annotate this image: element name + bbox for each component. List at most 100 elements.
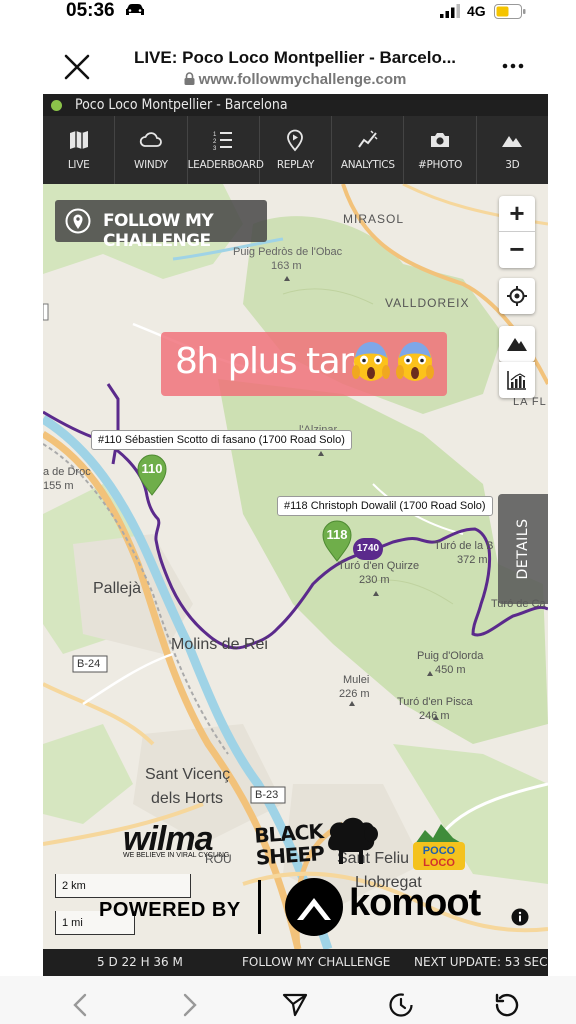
- location-pin-icon: [65, 208, 91, 234]
- place-label: 450 m: [435, 664, 466, 676]
- komoot-logo-icon: [285, 878, 343, 936]
- place-label: 230 m: [359, 574, 390, 586]
- mountain-icon: [502, 136, 523, 147]
- status-bar: 05:36 4G: [0, 0, 576, 26]
- tab-3d[interactable]: 3D: [477, 116, 548, 184]
- info-icon[interactable]: [511, 908, 529, 926]
- replay-icon: [287, 129, 304, 152]
- bottom-status-bar: 5 D 22 H 36 M FOLLOW MY CHALLENGE NEXT U…: [43, 949, 548, 976]
- url-text: www.followmychallenge.com: [198, 71, 407, 88]
- camera-icon: [431, 133, 450, 147]
- tab-analytics[interactable]: ANALYTICS: [332, 116, 405, 184]
- zoom-in-button[interactable]: +: [499, 196, 535, 232]
- place-label: Pallejà: [93, 580, 142, 597]
- elapsed-time: 5 D 22 H 36 M: [97, 955, 183, 969]
- rider-marker-110[interactable]: 110: [136, 454, 168, 496]
- browser-nav-bar: [0, 976, 576, 1024]
- place-label: 155 m: [43, 480, 74, 492]
- tab-label: REPLAY: [276, 159, 315, 171]
- cloud-icon: [139, 132, 162, 147]
- tab-photo[interactable]: #PHOTO: [404, 116, 477, 184]
- svg-text:3: 3: [213, 146, 217, 152]
- tab-label: LIVE: [67, 159, 90, 171]
- live-indicator: [51, 100, 62, 111]
- caption-text: 8h plus tard: [175, 341, 375, 382]
- next-update: NEXT UPDATE: 53 SEC: [414, 955, 548, 969]
- tab-replay[interactable]: REPLAY: [260, 116, 333, 184]
- place-label: 246 m: [419, 710, 450, 722]
- place-label: 372 m: [457, 554, 488, 566]
- map-icon: [69, 131, 88, 149]
- network-type: 4G: [467, 3, 486, 19]
- divider: [258, 880, 261, 934]
- crosshair-icon: [507, 286, 527, 306]
- wilma-tagline: WE BELIEVE IN VIRAL CYCLING: [123, 852, 230, 859]
- reload-icon[interactable]: [494, 992, 520, 1018]
- close-icon[interactable]: [60, 50, 94, 84]
- place-label: dels Horts: [151, 790, 224, 807]
- road-label: B-23: [255, 789, 279, 801]
- place-label: 226 m: [339, 688, 370, 700]
- place-label: Puig d'Olorda: [417, 650, 484, 662]
- map-view[interactable]: MIRASOL Puig Pedròs de l'Obac 163 m VALL…: [43, 184, 548, 949]
- page-title: LIVE: Poco Loco Montpellier - Barcelo...: [133, 48, 457, 67]
- details-tab[interactable]: DETAILS: [498, 494, 548, 604]
- place-label: 163 m: [271, 260, 302, 272]
- svg-text:LOCO: LOCO: [423, 857, 455, 869]
- komoot-logo-text: komoot: [349, 882, 481, 924]
- tab-label: #PHOTO: [417, 159, 463, 171]
- footer-brand: FOLLOW MY CHALLENGE: [242, 955, 391, 969]
- screaming-face-icon: [396, 342, 434, 381]
- brand-badge: FOLLOW MY CHALLENGE: [55, 200, 267, 251]
- analytics-icon: [357, 130, 378, 148]
- svg-text:1: 1: [213, 132, 217, 138]
- tab-live[interactable]: LIVE: [43, 116, 116, 184]
- zoom-out-button[interactable]: −: [499, 232, 535, 268]
- app-header: Poco Loco Montpellier - Barcelona: [43, 94, 548, 116]
- page-url: www.followmychallenge.com: [120, 71, 470, 88]
- place-label: a de Droc: [43, 466, 91, 478]
- tab-label: 3D: [505, 159, 520, 171]
- svg-text:2: 2: [213, 139, 217, 145]
- elevation-profile-button[interactable]: [499, 362, 535, 398]
- place-label: Molins de Rei: [171, 636, 268, 653]
- rider-label-118[interactable]: #118 Christoph Dowalil (1700 Road Solo): [277, 496, 493, 516]
- more-options-icon[interactable]: [500, 56, 526, 76]
- rider-label-110[interactable]: #110 Sébastien Scotto di fasano (1700 Ro…: [91, 430, 352, 450]
- place-label: MIRASOL: [343, 212, 405, 226]
- tab-windy[interactable]: WINDY: [115, 116, 188, 184]
- details-label: DETAILS: [515, 518, 531, 580]
- road-label: B-24: [77, 658, 101, 670]
- tab-label: ANALYTICS: [340, 159, 395, 171]
- list-icon: 123: [213, 132, 233, 152]
- rider-marker-bubble[interactable]: 1740: [353, 538, 383, 560]
- pocoloco-logo: POCO LOCO: [413, 824, 465, 870]
- tab-leaderboard[interactable]: 123 LEADERBOARD: [187, 116, 264, 184]
- chart-icon: [507, 371, 526, 390]
- place-label: Sant Vicenç: [145, 766, 231, 783]
- history-icon[interactable]: [388, 992, 414, 1018]
- status-time: 05:36: [66, 0, 115, 21]
- rider-number: 118: [326, 527, 348, 542]
- rider-number: 110: [141, 461, 163, 476]
- toolbar: LIVE WINDY 123 LEADERBOARD REPLAY ANALYT…: [43, 116, 548, 184]
- tracker-app: Poco Loco Montpellier - Barcelona LIVE W…: [43, 94, 548, 976]
- screaming-face-icon: [352, 342, 390, 381]
- place-label: Turó de la B: [434, 540, 494, 552]
- forward-icon[interactable]: [176, 992, 202, 1018]
- place-label: Mulei: [343, 674, 370, 686]
- locate-button[interactable]: [499, 278, 535, 314]
- terrain-button[interactable]: [499, 326, 535, 362]
- mountain-icon: [507, 338, 527, 351]
- place-label: Turó d'en Pisca: [397, 696, 473, 708]
- rider-marker-118[interactable]: 118: [321, 520, 353, 562]
- svg-text:POCO: POCO: [423, 845, 456, 857]
- back-icon[interactable]: [68, 992, 94, 1018]
- brand-text: FOLLOW MY CHALLENGE: [103, 211, 214, 251]
- place-label: VALLDOREIX: [385, 296, 470, 310]
- car-icon: [126, 4, 144, 15]
- sheep-icon: [328, 817, 378, 864]
- tab-label: WINDY: [134, 159, 168, 171]
- tab-label: LEADERBOARD: [187, 159, 264, 171]
- share-icon[interactable]: [282, 992, 308, 1018]
